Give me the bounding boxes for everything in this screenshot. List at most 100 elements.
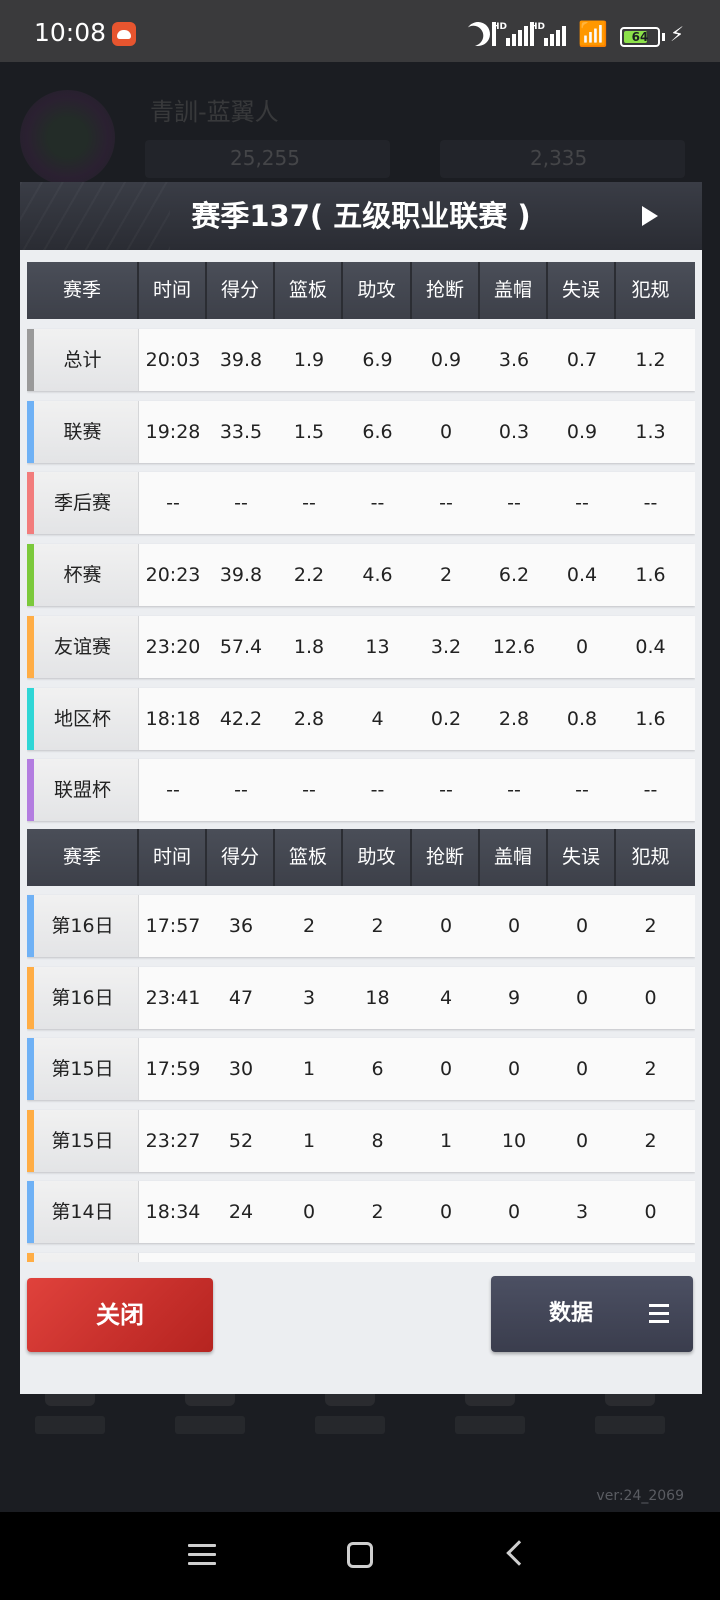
row-label: [27, 1253, 139, 1262]
row-type-stripe: [27, 759, 34, 822]
battery-percent: 64: [631, 30, 649, 44]
table-row[interactable]: 地区杯 18:18 42.2 2.8 4 0.2 2.8 0.8 1.6: [27, 687, 695, 750]
stats-table[interactable]: 赛季 时间 得分 篮板 助攻 抢断 盖帽 失误 犯规 总计 20:03 39.8 1.9 6.9 0.9 3.…: [27, 262, 695, 1262]
battery-tip: [662, 33, 665, 41]
table-row[interactable]: [27, 1253, 695, 1262]
cell-犯规: --: [643, 492, 658, 515]
cell-助攻: 6.9: [362, 349, 393, 371]
row-label: 联赛: [27, 400, 139, 463]
cell-盖帽: 12.6: [492, 635, 536, 658]
cell-盖帽: 3.6: [498, 349, 530, 371]
table-row[interactable]: 第16日 17:57 36 2 2 0 0 0 2: [27, 895, 695, 957]
cell-抢断: 4: [439, 986, 453, 1009]
column-header: 失误: [548, 262, 616, 319]
row-label-text: 第16日: [51, 915, 114, 937]
table-row[interactable]: 第15日 17:59 30 1 6 0 0 0 2: [27, 1038, 695, 1101]
column-header: 盖帽: [480, 262, 548, 319]
row-type-stripe: [27, 687, 34, 750]
row-type-stripe: [27, 544, 34, 607]
app-notification-icon: [112, 22, 136, 46]
play-next-season-icon[interactable]: [642, 206, 658, 226]
cell-失误: 0: [575, 1129, 589, 1152]
cell-抢断: 0: [439, 420, 453, 443]
cell-抢断: 0.9: [430, 349, 462, 371]
table-row[interactable]: 第14日 18:34 24 0 2 0 0 3 0: [27, 1181, 695, 1244]
cell-失误: 3: [575, 1201, 589, 1224]
column-header: 犯规: [631, 846, 670, 868]
signal-hd-label-2: HD: [530, 22, 545, 46]
row-type-stripe: [27, 1109, 34, 1172]
row-label-text: 第14日: [51, 1201, 114, 1224]
cell-失误: 0: [575, 635, 589, 658]
cell-盖帽: 0: [507, 915, 521, 937]
table-row[interactable]: 第16日 23:41 47 3 18 4 9 0 0: [27, 966, 695, 1029]
table-row[interactable]: 总计 20:03 39.8 1.9 6.9 0.9 3.6 0.7 1.2: [27, 329, 695, 391]
cell-助攻: [343, 1253, 412, 1262]
cell-失误: 0.9: [566, 420, 598, 443]
cell-犯规: 0: [644, 1201, 657, 1224]
cell-时间: 18:18: [145, 707, 201, 730]
table-row[interactable]: 友谊赛 23:20 57.4 1.8 13 3.2 12.6 0 0.4: [27, 615, 695, 678]
cell-犯规: 2: [644, 1129, 657, 1152]
table-row[interactable]: 联赛 19:28 33.5 1.5 6.6 0 0.3 0.9 1.3: [27, 400, 695, 463]
status-bar: 10:08 HD HD 📶 64 ⚡: [0, 0, 720, 62]
column-header: 盖帽: [480, 829, 548, 886]
wifi-icon: 📶: [578, 20, 608, 48]
cell-得分: 33.5: [219, 420, 263, 443]
battery-icon: 64: [620, 27, 660, 47]
table-row[interactable]: 第15日 23:27 52 1 8 1 10 0 2: [27, 1109, 695, 1172]
row-type-stripe: [27, 1253, 34, 1262]
row-label: 第15日: [27, 1038, 139, 1101]
row-label: 杯赛: [27, 544, 139, 607]
cell-失误: 0: [575, 1058, 589, 1081]
cell-失误: --: [575, 492, 589, 515]
row-type-stripe: [27, 895, 34, 957]
cell-得分: 24: [228, 1201, 254, 1224]
dialog-title: 赛季137( 五级职业联赛 ): [191, 199, 531, 233]
menu-icon: [649, 1304, 669, 1324]
row-label-text: 地区杯: [53, 707, 111, 730]
column-header: 得分: [207, 829, 275, 886]
row-label-text: 第15日: [51, 1129, 114, 1152]
cell-犯规: 1.3: [635, 420, 666, 443]
cell-时间: --: [166, 492, 180, 515]
table-row[interactable]: 联盟杯 -- -- -- -- -- -- -- --: [27, 759, 695, 822]
table-row[interactable]: 季后赛 -- -- -- -- -- -- -- --: [27, 472, 695, 535]
cell-抢断: [412, 1253, 480, 1262]
cell-抢断: 0: [439, 915, 453, 937]
recent-apps-icon[interactable]: [188, 1542, 216, 1568]
cell-篮板: 2.8: [293, 707, 325, 730]
cell-失误: 0.7: [566, 349, 598, 371]
cell-盖帽: [480, 1253, 548, 1262]
row-label: 第16日: [27, 895, 139, 957]
row-label: 联盟杯: [27, 759, 139, 822]
row-label: 第15日: [27, 1109, 139, 1172]
background-player-name: 青訓-蓝翼人: [150, 98, 279, 126]
row-type-stripe: [27, 472, 34, 535]
cell-得分: 30: [228, 1058, 254, 1081]
data-button[interactable]: 数据: [491, 1276, 693, 1352]
row-label-text: 第16日: [51, 986, 114, 1009]
signal-hd-label: HD: [492, 22, 507, 46]
home-icon[interactable]: [347, 1542, 373, 1568]
row-type-stripe: [27, 615, 34, 678]
cell-盖帽: --: [507, 492, 521, 515]
cell-得分: --: [234, 779, 248, 802]
cell-时间: 20:23: [145, 564, 201, 587]
cell-得分: 47: [228, 986, 254, 1009]
table-row[interactable]: 杯赛 20:23 39.8 2.2 4.6 2 6.2 0.4 1.6: [27, 544, 695, 607]
back-icon[interactable]: [506, 1540, 532, 1566]
close-button[interactable]: 关闭: [27, 1278, 213, 1352]
row-label-text: 友谊赛: [53, 635, 111, 658]
cell-犯规: 1.6: [635, 564, 666, 587]
cell-抢断: --: [439, 779, 453, 802]
cell-助攻: --: [370, 492, 385, 515]
column-header: 助攻: [343, 262, 412, 319]
cell-犯规: [616, 1253, 685, 1262]
column-header: 时间: [139, 829, 207, 886]
column-header: 得分: [207, 262, 275, 319]
cell-篮板: 2.2: [293, 564, 325, 587]
data-button-label: 数据: [549, 1301, 594, 1326]
cell-助攻: --: [370, 779, 385, 802]
cell-时间: [139, 1253, 207, 1262]
